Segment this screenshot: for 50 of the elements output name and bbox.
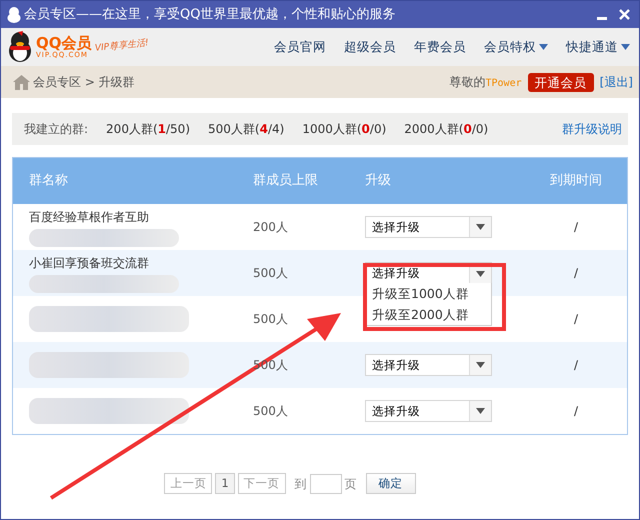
expiry-date: / [574, 312, 578, 326]
member-limit: 200人 [253, 220, 288, 234]
dropdown-option[interactable]: 升级至2000人群 [366, 304, 491, 325]
penguin-logo-icon [7, 31, 33, 63]
column-header: 群名称 [29, 173, 68, 188]
caret-icon [476, 362, 485, 368]
upgrade-select[interactable]: 选择升级 [365, 216, 492, 238]
help-link[interactable]: 群升级说明 [562, 120, 622, 138]
caret-icon [476, 224, 485, 230]
member-limit: 500人 [253, 266, 288, 280]
column-header: 群成员上限 [253, 173, 318, 188]
upgrade-select[interactable]: 选择升级 [365, 354, 492, 376]
logo-text: QQ会员 [36, 34, 92, 50]
logo-slogan: VIP尊享生活! [94, 37, 149, 56]
expiry-date: / [574, 220, 578, 234]
logout-link[interactable]: [退出] [600, 73, 633, 91]
nav-link[interactable]: 会员特权 [484, 38, 548, 56]
column-header: 升级 [365, 173, 391, 188]
nav-link[interactable]: 年费会员 [414, 38, 466, 56]
page-unit-label: 页 [344, 476, 357, 493]
group-count: 2000人群(0/0) [404, 121, 488, 138]
nav-link[interactable]: 快捷通道 [566, 38, 630, 56]
breadcrumb: 会员专区 > 升级群 [33, 74, 135, 91]
page-input[interactable] [310, 474, 342, 494]
group-count: 1000人群(0/0) [302, 121, 386, 138]
group-count: 500人群(4/4) [208, 121, 284, 138]
close-icon[interactable] [619, 9, 630, 20]
caret-icon [476, 270, 485, 276]
member-limit: 500人 [253, 312, 288, 326]
penguin-icon [7, 6, 21, 22]
dropdown-option[interactable]: 升级至1000人群 [366, 283, 491, 304]
member-limit: 500人 [253, 404, 288, 418]
goto-label: 到 [294, 476, 307, 493]
expiry-date: / [574, 358, 578, 372]
page-number[interactable]: 1 [215, 473, 235, 494]
group-count: 200人群(1/50) [106, 121, 190, 138]
greeting-text: 尊敬的TPower [450, 74, 522, 91]
window-title: 会员专区——在这里，享受QQ世界里最优越，个性和贴心的服务 [24, 6, 396, 24]
expiry-date: / [574, 404, 578, 418]
group-name: 百度经验草根作者互助 [29, 208, 150, 226]
stats-label: 我建立的群: [24, 121, 88, 138]
group-name: 小崔回享预备班交流群 [29, 254, 150, 272]
column-header: 到期时间 [550, 173, 602, 188]
upgrade-select[interactable]: 选择升级 [365, 400, 492, 422]
confirm-button[interactable]: 确定 [366, 473, 416, 494]
join-member-button[interactable]: 开通会员 [528, 72, 594, 92]
expiry-date: / [574, 266, 578, 280]
nav-link[interactable]: 会员官网 [274, 38, 326, 56]
nav-link[interactable]: 超级会员 [344, 38, 396, 56]
caret-icon [476, 408, 485, 414]
